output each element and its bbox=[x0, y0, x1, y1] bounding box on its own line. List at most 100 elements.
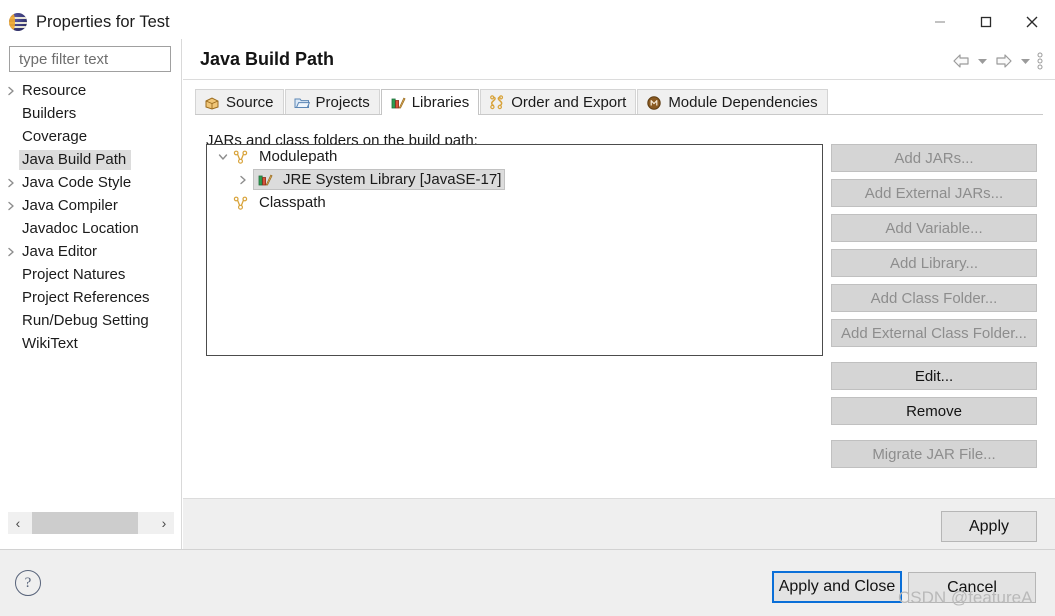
sidebar-item-javadoc-location[interactable]: Javadoc Location bbox=[0, 217, 182, 240]
tree-row[interactable]: JRE System Library [JavaSE-17] bbox=[207, 168, 822, 191]
sidebar-horizontal-scrollbar[interactable]: ‹ › bbox=[8, 512, 174, 534]
window-title: Properties for Test bbox=[36, 12, 170, 31]
chevron-right-icon[interactable] bbox=[0, 178, 22, 188]
tree-row-content: Classpath bbox=[233, 194, 326, 211]
tree-row-label: JRE System Library [JavaSE-17] bbox=[283, 171, 502, 188]
sidebar-item-label: Java Editor bbox=[22, 242, 98, 260]
sidebar-item-label: Resource bbox=[22, 81, 87, 99]
forward-history-chevron-down-icon[interactable] bbox=[1020, 57, 1031, 65]
sidebar-item-label: Project References bbox=[22, 288, 150, 306]
window-controls bbox=[917, 5, 1055, 39]
migrate-jar-file-button: Migrate JAR File... bbox=[831, 440, 1037, 468]
add-jars-button: Add JARs... bbox=[831, 144, 1037, 172]
properties-dialog: Sources /Java/Main/Main Properties for T… bbox=[0, 0, 1055, 616]
add-class-folder-button: Add Class Folder... bbox=[831, 284, 1037, 312]
sidebar-item-run-debug-setting[interactable]: Run/Debug Setting bbox=[0, 309, 182, 332]
sidebar-item-coverage[interactable]: Coverage bbox=[0, 125, 182, 148]
order-export-icon bbox=[489, 94, 505, 111]
filter-box[interactable] bbox=[9, 46, 171, 72]
sidebar-item-java-build-path[interactable]: Java Build Path bbox=[0, 148, 182, 171]
eclipse-icon bbox=[9, 13, 27, 31]
tab-label: Source bbox=[226, 94, 274, 111]
library-books-icon bbox=[257, 172, 273, 188]
scroll-right-icon[interactable]: › bbox=[154, 512, 174, 534]
apply-and-close-button[interactable]: Apply and Close bbox=[772, 571, 902, 603]
modulepath-icon bbox=[233, 149, 249, 165]
tree-row[interactable]: Classpath bbox=[207, 191, 822, 214]
search-input[interactable] bbox=[17, 49, 170, 69]
chevron-right-icon[interactable] bbox=[233, 175, 253, 185]
add-external-class-folder-button: Add External Class Folder... bbox=[831, 319, 1037, 347]
tree-row[interactable]: Modulepath bbox=[207, 145, 822, 168]
tab-projects[interactable]: Projects bbox=[284, 89, 380, 115]
chevron-right-icon[interactable] bbox=[0, 86, 22, 96]
question-mark-icon[interactable]: ? bbox=[15, 570, 41, 596]
sidebar-item-label: Project Natures bbox=[22, 265, 126, 283]
tree-row-content: JRE System Library [JavaSE-17] bbox=[253, 169, 506, 190]
minimize-button[interactable] bbox=[917, 5, 963, 39]
tab-strip-underline bbox=[195, 114, 1043, 115]
add-library-button: Add Library... bbox=[831, 249, 1037, 277]
page-nav-toolbar bbox=[951, 49, 1043, 73]
title-divider bbox=[183, 79, 1055, 80]
apply-button[interactable]: Apply bbox=[941, 511, 1037, 542]
build-path-tree[interactable]: Modulepath JRE System Library [JavaSE-17]… bbox=[206, 144, 823, 356]
back-history-chevron-down-icon[interactable] bbox=[977, 57, 988, 65]
tab-module-dependencies[interactable]: Module Dependencies bbox=[637, 89, 828, 115]
cancel-button[interactable]: Cancel bbox=[908, 572, 1036, 603]
source-package-icon bbox=[204, 95, 220, 111]
sidebar-item-label: Java Compiler bbox=[22, 196, 118, 214]
content-area: Java Build Path Source Projects Librarie… bbox=[183, 39, 1055, 549]
tab-strip: Source Projects Libraries Order and Export M… bbox=[195, 88, 1043, 115]
tab-libraries[interactable]: Libraries bbox=[380, 89, 480, 115]
scrollbar-thumb[interactable] bbox=[32, 512, 138, 534]
modulepath-icon bbox=[233, 195, 249, 211]
sidebar-item-project-references[interactable]: Project References bbox=[0, 286, 182, 309]
vertical-dots-icon[interactable] bbox=[1037, 52, 1043, 70]
chevron-down-icon[interactable] bbox=[213, 152, 233, 162]
sidebar-item-wikitext[interactable]: WikiText bbox=[0, 332, 182, 355]
sidebar-item-java-editor[interactable]: Java Editor bbox=[0, 240, 182, 263]
sidebar-item-java-code-style[interactable]: Java Code Style bbox=[0, 171, 182, 194]
sidebar-item-resource[interactable]: Resource bbox=[0, 79, 182, 102]
background-window-text: Sources /Java/Main/Main bbox=[150, 0, 330, 4]
back-arrow-icon[interactable] bbox=[951, 53, 971, 69]
sidebar-item-label: Javadoc Location bbox=[22, 219, 139, 237]
apply-strip-divider bbox=[183, 498, 1055, 499]
sidebar-item-project-natures[interactable]: Project Natures bbox=[0, 263, 182, 286]
remove-button[interactable]: Remove bbox=[831, 397, 1037, 425]
close-button[interactable] bbox=[1009, 5, 1055, 39]
settings-sidebar: Resource Builders Coverage Java Build Path J… bbox=[0, 39, 182, 549]
sidebar-tree: Resource Builders Coverage Java Build Path J… bbox=[0, 79, 182, 355]
tab-label: Projects bbox=[315, 94, 370, 111]
scrollbar-track[interactable] bbox=[28, 512, 154, 534]
add-variable-button: Add Variable... bbox=[831, 214, 1037, 242]
sidebar-item-label: Java Code Style bbox=[22, 173, 132, 191]
dialog-footer: ? Apply and Close Cancel bbox=[0, 549, 1055, 616]
sidebar-item-java-compiler[interactable]: Java Compiler bbox=[0, 194, 182, 217]
tree-row-label: Classpath bbox=[259, 194, 326, 211]
tab-source[interactable]: Source bbox=[195, 89, 284, 115]
edit-button[interactable]: Edit... bbox=[831, 362, 1037, 390]
tab-label: Module Dependencies bbox=[668, 94, 818, 111]
chevron-right-icon[interactable] bbox=[0, 247, 22, 257]
sidebar-item-builders[interactable]: Builders bbox=[0, 102, 182, 125]
module-icon bbox=[646, 95, 662, 111]
forward-arrow-icon[interactable] bbox=[994, 53, 1014, 69]
tab-order-and-export[interactable]: Order and Export bbox=[480, 89, 637, 115]
folder-icon bbox=[294, 95, 310, 111]
title-bar: Properties for Test bbox=[0, 5, 1055, 39]
tree-row-label: Modulepath bbox=[259, 148, 338, 165]
tree-row-content: Modulepath bbox=[233, 148, 337, 165]
tab-label: Order and Export bbox=[511, 94, 627, 111]
tab-label: Libraries bbox=[411, 94, 470, 111]
maximize-button[interactable] bbox=[963, 5, 1009, 39]
sidebar-item-label: Coverage bbox=[22, 127, 88, 145]
chevron-right-icon[interactable] bbox=[0, 201, 22, 211]
sidebar-item-label: Builders bbox=[22, 104, 77, 122]
library-books-icon bbox=[390, 95, 406, 111]
build-path-button-column: Add JARs... Add External JARs... Add Varia… bbox=[831, 144, 1037, 475]
page-title: Java Build Path bbox=[200, 49, 335, 69]
scroll-left-icon[interactable]: ‹ bbox=[8, 512, 28, 534]
apply-strip: Apply bbox=[183, 498, 1055, 549]
